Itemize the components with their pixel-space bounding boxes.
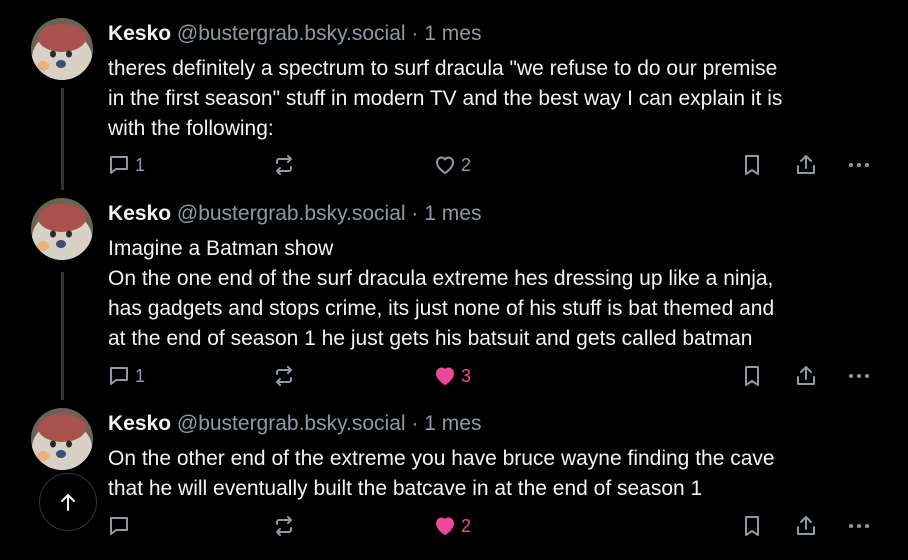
share-button[interactable] [794, 511, 818, 541]
avatar[interactable] [31, 198, 93, 260]
bookmark-icon [745, 516, 759, 536]
separator: · [411, 22, 419, 45]
action-bar: 1 2 [0, 150, 908, 180]
author-handle[interactable]: @bustergrab.bsky.social [177, 202, 406, 225]
share-button[interactable] [794, 150, 818, 180]
post[interactable]: Kesko @bustergrab.bsky.social · 1 mes On… [0, 408, 908, 558]
post-time[interactable]: 1 mes [424, 412, 481, 435]
post-text: theres definitely a spectrum to surf dra… [108, 57, 783, 140]
more-options-button[interactable] [846, 150, 872, 180]
bookmark-button[interactable] [741, 150, 763, 180]
like-count: 2 [461, 515, 472, 536]
scroll-to-top-button[interactable] [39, 473, 97, 531]
share-icon [797, 516, 815, 535]
heart-icon [436, 156, 454, 174]
like-button[interactable]: 2 [433, 511, 471, 541]
author-name[interactable]: Kesko [108, 22, 171, 45]
post-time[interactable]: 1 mes [424, 202, 481, 225]
author-name[interactable]: Kesko [108, 412, 171, 435]
post-time[interactable]: 1 mes [424, 22, 481, 45]
more-options-button[interactable] [846, 361, 872, 391]
repost-arrows-icon [276, 516, 292, 536]
like-count: 3 [461, 365, 472, 386]
more-options-button[interactable] [846, 511, 872, 541]
heart-icon [436, 367, 454, 385]
speech-bubble-icon [110, 156, 128, 174]
reply-button[interactable] [107, 511, 135, 541]
arrow-up-icon [61, 494, 75, 511]
ellipsis-icon [849, 374, 869, 378]
author-handle[interactable]: @bustergrab.bsky.social [177, 22, 406, 45]
share-icon [797, 155, 815, 174]
reply-button[interactable]: 1 [107, 150, 145, 180]
repost-arrows-icon [276, 366, 292, 386]
reply-count: 1 [135, 154, 146, 175]
bookmark-button[interactable] [741, 361, 763, 391]
post-text: On the other end of the extreme you have… [108, 447, 775, 500]
separator: · [411, 202, 419, 225]
speech-bubble-icon [110, 517, 128, 535]
speech-bubble-icon [110, 367, 128, 385]
action-bar: 1 3 [0, 361, 908, 391]
separator: · [411, 412, 419, 435]
author-handle[interactable]: @bustergrab.bsky.social [177, 412, 406, 435]
post-header: Kesko @bustergrab.bsky.social · 1 mes [108, 408, 481, 440]
heart-icon [436, 517, 454, 535]
share-icon [797, 366, 815, 385]
avatar[interactable] [31, 408, 93, 470]
repost-button[interactable] [272, 150, 296, 180]
like-button[interactable]: 2 [433, 150, 471, 180]
reply-count: 1 [135, 365, 146, 386]
repost-arrows-icon [276, 155, 292, 175]
action-bar: 2 [0, 511, 908, 541]
repost-button[interactable] [272, 511, 296, 541]
post[interactable]: Kesko @bustergrab.bsky.social · 1 mes th… [0, 18, 908, 188]
bookmark-button[interactable] [741, 511, 763, 541]
ellipsis-icon [849, 524, 869, 528]
post[interactable]: Kesko @bustergrab.bsky.social · 1 mes Im… [0, 198, 908, 398]
bookmark-icon [745, 366, 759, 386]
author-name[interactable]: Kesko [108, 202, 171, 225]
post-text: Imagine a Batman show On the one end of … [108, 237, 775, 350]
reply-button[interactable]: 1 [107, 361, 145, 391]
bookmark-icon [745, 155, 759, 175]
like-button[interactable]: 3 [433, 361, 471, 391]
repost-button[interactable] [272, 361, 296, 391]
post-header: Kesko @bustergrab.bsky.social · 1 mes [108, 198, 481, 230]
share-button[interactable] [794, 361, 818, 391]
post-header: Kesko @bustergrab.bsky.social · 1 mes [108, 18, 481, 50]
like-count: 2 [461, 154, 472, 175]
avatar[interactable] [31, 18, 93, 80]
ellipsis-icon [849, 163, 869, 167]
